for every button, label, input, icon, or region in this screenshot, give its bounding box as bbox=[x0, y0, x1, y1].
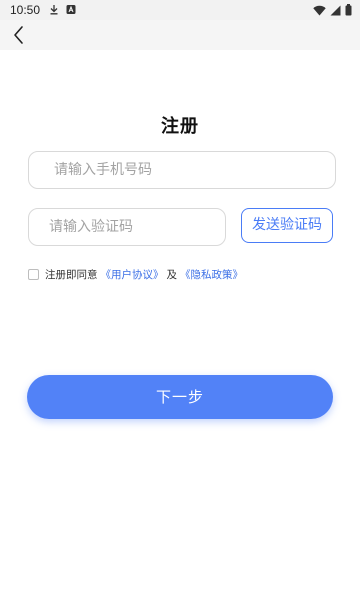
back-arrow-icon[interactable] bbox=[8, 24, 30, 46]
agreement-row: 注册即同意 《用户协议》 及 《隐私政策》 bbox=[28, 266, 246, 282]
status-bar: 10:50 bbox=[0, 0, 360, 20]
status-right-icons bbox=[313, 4, 352, 16]
agree-prefix-text: 注册即同意 bbox=[45, 268, 98, 281]
phone-field bbox=[28, 151, 336, 189]
agree-checkbox[interactable] bbox=[28, 268, 39, 280]
next-step-button[interactable]: 下一步 bbox=[27, 375, 333, 419]
privacy-policy-link[interactable]: 《隐私政策》 bbox=[180, 267, 243, 282]
phone-input[interactable] bbox=[29, 152, 335, 188]
status-time: 10:50 bbox=[10, 3, 41, 17]
download-icon bbox=[50, 5, 58, 15]
send-code-button[interactable]: 发送验证码 bbox=[241, 208, 333, 243]
app-bar bbox=[0, 20, 360, 50]
page-title: 注册 bbox=[161, 116, 199, 137]
signal-icon bbox=[330, 5, 341, 15]
user-agreement-link[interactable]: 《用户协议》 bbox=[101, 267, 164, 282]
verification-code-input[interactable] bbox=[29, 209, 225, 245]
wifi-icon bbox=[313, 5, 326, 15]
battery-icon bbox=[345, 4, 352, 16]
code-field bbox=[28, 208, 226, 246]
register-screen: 10:50 注册 请输入手机号码 请输入验证码 发送验证码 注册即同意 《用户协… bbox=[0, 0, 360, 600]
a-badge-icon bbox=[66, 5, 76, 14]
agree-and-text: 及 bbox=[166, 268, 178, 281]
